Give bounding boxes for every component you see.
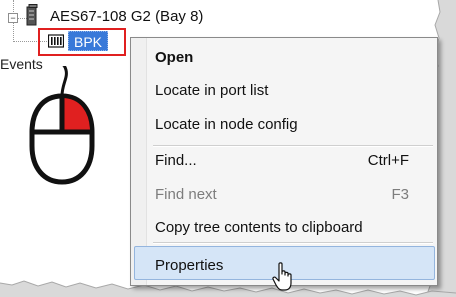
menu-separator <box>153 242 433 244</box>
tree-node-device[interactable]: AES67-108 G2 (Bay 8) <box>50 8 203 25</box>
tree-collapse-toggle[interactable]: − <box>8 13 18 23</box>
menu-shortcut-find: Ctrl+F <box>367 152 409 169</box>
menu-item-copy-tree[interactable]: Copy tree contents to clipboard <box>155 219 363 236</box>
device-rack-icon <box>26 4 38 26</box>
menu-shortcut-find-next: F3 <box>391 186 409 203</box>
menu-separator <box>153 145 433 147</box>
menu-item-find[interactable]: Find... <box>155 152 197 169</box>
tree-node-bpk[interactable]: BPK <box>68 31 109 51</box>
context-menu: Open Locate in port list Locate in node … <box>130 37 438 286</box>
module-card-icon <box>48 34 64 48</box>
menu-item-locate-port-list[interactable]: Locate in port list <box>155 82 268 99</box>
menu-item-properties[interactable]: Properties <box>155 257 223 274</box>
menu-item-locate-node-config[interactable]: Locate in node config <box>155 116 298 133</box>
menu-item-open[interactable]: Open <box>155 49 193 66</box>
pointer-cursor-icon <box>272 262 292 291</box>
mouse-right-click-icon <box>29 66 95 185</box>
menu-item-find-next: Find next <box>155 186 217 203</box>
